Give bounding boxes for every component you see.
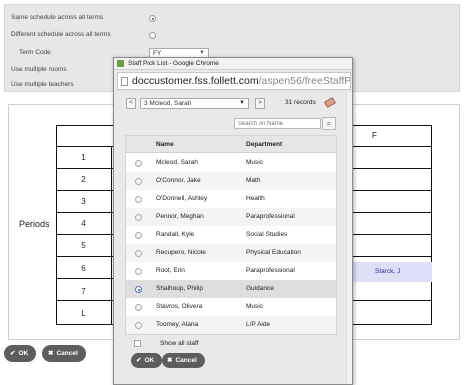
staff-name: O'Donnell, Ashley bbox=[156, 195, 208, 202]
period-number: L bbox=[81, 309, 86, 318]
select-radio[interactable] bbox=[135, 286, 142, 293]
staff-name: Stavros, Olivera bbox=[156, 303, 203, 310]
check-icon: ✔ bbox=[136, 357, 142, 364]
term-code-label: Term Code bbox=[19, 49, 51, 56]
list-item[interactable]: Pennor, Meghan Paraprofessional bbox=[126, 208, 336, 226]
staff-name: Toomey, Alana bbox=[156, 321, 199, 328]
show-all-staff[interactable]: Show all staff bbox=[125, 337, 337, 351]
ok-button[interactable]: ✔ OK bbox=[4, 345, 37, 362]
staff-name: Mcleod, Sarah bbox=[156, 159, 198, 166]
same-schedule-radio[interactable] bbox=[149, 15, 156, 22]
staff-select[interactable]: 3 Mcleod, Sarah ▼ bbox=[140, 98, 249, 109]
use-multiple-teachers-label: Use multiple teachers bbox=[11, 81, 74, 88]
period-number: 3 bbox=[81, 197, 86, 206]
column-department[interactable]: Department bbox=[246, 136, 282, 153]
select-radio[interactable] bbox=[135, 160, 142, 167]
periods-label: Periods bbox=[19, 219, 50, 229]
staff-department: Paraprofessional bbox=[246, 267, 295, 274]
close-icon: ✖ bbox=[48, 350, 54, 357]
staff-department: Health bbox=[246, 195, 265, 202]
period-number: 2 bbox=[81, 175, 86, 184]
check-icon: ✔ bbox=[10, 350, 16, 357]
staff-name: Root, Erin bbox=[156, 267, 185, 274]
window-titlebar[interactable]: Staff Pick List - Google Chrome bbox=[114, 58, 352, 70]
same-schedule-label: Same schedule across all terms bbox=[11, 14, 104, 21]
staff-list: Name Department Mcleod, Sarah Music O'Co… bbox=[125, 135, 337, 335]
page-icon bbox=[121, 77, 128, 86]
period-number: 7 bbox=[81, 287, 86, 296]
assigned-teacher: Starck, J bbox=[375, 268, 401, 275]
list-item-selected[interactable]: Shalhoup, Philip Guidance bbox=[126, 280, 336, 298]
select-radio[interactable] bbox=[135, 250, 142, 257]
staff-name: Shalhoup, Philip bbox=[156, 285, 203, 292]
list-item[interactable]: Root, Erin Paraprofessional bbox=[126, 262, 336, 280]
list-item[interactable]: Recupero, Nicole Physical Education bbox=[126, 244, 336, 262]
period-number: 1 bbox=[81, 153, 86, 162]
staff-name: O'Connor, Jake bbox=[156, 177, 201, 184]
column-name[interactable]: Name bbox=[156, 136, 174, 153]
staff-department: Math bbox=[246, 177, 261, 184]
popup-cancel-button[interactable]: ✖ Cancel bbox=[162, 353, 205, 368]
staff-department: L/P Aide bbox=[246, 321, 271, 328]
select-radio[interactable] bbox=[135, 214, 142, 221]
staff-name: Randall, Kyle bbox=[156, 231, 195, 238]
search-input[interactable] bbox=[234, 118, 321, 129]
list-item[interactable]: O'Connor, Jake Math bbox=[126, 172, 336, 190]
list-header: Name Department bbox=[126, 136, 336, 153]
popup-scrollbar[interactable] bbox=[346, 92, 352, 384]
next-record-button[interactable]: > bbox=[255, 98, 265, 109]
cancel-button[interactable]: ✖ Cancel bbox=[42, 345, 86, 362]
staff-pick-list-window: Staff Pick List - Google Chrome doccusto… bbox=[113, 57, 353, 385]
grid-line bbox=[111, 146, 112, 324]
records-count: 31 records bbox=[285, 99, 316, 106]
select-radio[interactable] bbox=[135, 268, 142, 275]
show-all-label: Show all staff bbox=[160, 340, 199, 347]
eraser-icon[interactable] bbox=[323, 96, 337, 109]
select-radio[interactable] bbox=[135, 232, 142, 239]
select-radio[interactable] bbox=[135, 196, 142, 203]
popup-cancel-label: Cancel bbox=[175, 357, 197, 364]
day-header-f: F bbox=[372, 131, 377, 140]
staff-department: Music bbox=[246, 159, 263, 166]
search-icon[interactable]: ⌕ bbox=[322, 117, 336, 130]
staff-department: Paraprofessional bbox=[246, 213, 295, 220]
period-number: 5 bbox=[81, 241, 86, 250]
term-code-value: FY bbox=[153, 50, 162, 57]
select-radio[interactable] bbox=[135, 178, 142, 185]
popup-ok-button[interactable]: ✔ OK bbox=[131, 353, 163, 368]
url-host: doccustomer.fss.follett.com bbox=[132, 75, 259, 87]
selected-staff: 3 Mcleod, Sarah bbox=[144, 100, 192, 107]
staff-department: Music bbox=[246, 303, 263, 310]
window-title: Staff Pick List - Google Chrome bbox=[128, 60, 219, 67]
address-bar[interactable]: doccustomer.fss.follett.com/aspen56/free… bbox=[117, 72, 351, 90]
list-item[interactable]: Toomey, Alana L/P Aide bbox=[126, 316, 336, 334]
list-item[interactable]: Mcleod, Sarah Music bbox=[126, 154, 336, 172]
different-schedule-label: Different schedule across all terms bbox=[11, 31, 111, 38]
ok-button-label: OK bbox=[18, 350, 29, 357]
close-icon: ✖ bbox=[167, 357, 173, 364]
schedule-cell-assigned[interactable]: Starck, J bbox=[348, 262, 432, 282]
popup-ok-label: OK bbox=[144, 357, 155, 364]
chrome-app-icon bbox=[117, 60, 124, 67]
staff-name: Pennor, Meghan bbox=[156, 213, 204, 220]
url-path: /aspen56/freeStaffPickList.d bbox=[258, 75, 351, 87]
staff-department: Social Studies bbox=[246, 231, 288, 238]
period-number: 4 bbox=[81, 219, 86, 228]
list-item[interactable]: Randall, Kyle Social Studies bbox=[126, 226, 336, 244]
use-multiple-rooms-label: Use multiple rooms bbox=[11, 66, 67, 73]
show-all-checkbox[interactable] bbox=[134, 340, 141, 347]
list-item[interactable]: O'Donnell, Ashley Health bbox=[126, 190, 336, 208]
staff-department: Guidance bbox=[246, 285, 274, 292]
chevron-down-icon: ▼ bbox=[239, 100, 245, 106]
different-schedule-radio[interactable] bbox=[149, 32, 156, 39]
select-radio[interactable] bbox=[135, 304, 142, 311]
staff-name: Recupero, Nicole bbox=[156, 249, 206, 256]
period-number: 6 bbox=[81, 264, 86, 273]
cancel-button-label: Cancel bbox=[56, 350, 78, 357]
select-radio[interactable] bbox=[135, 322, 142, 329]
previous-record-button[interactable]: < bbox=[126, 98, 136, 109]
staff-department: Physical Education bbox=[246, 249, 301, 256]
list-item[interactable]: Stavros, Olivera Music bbox=[126, 298, 336, 316]
